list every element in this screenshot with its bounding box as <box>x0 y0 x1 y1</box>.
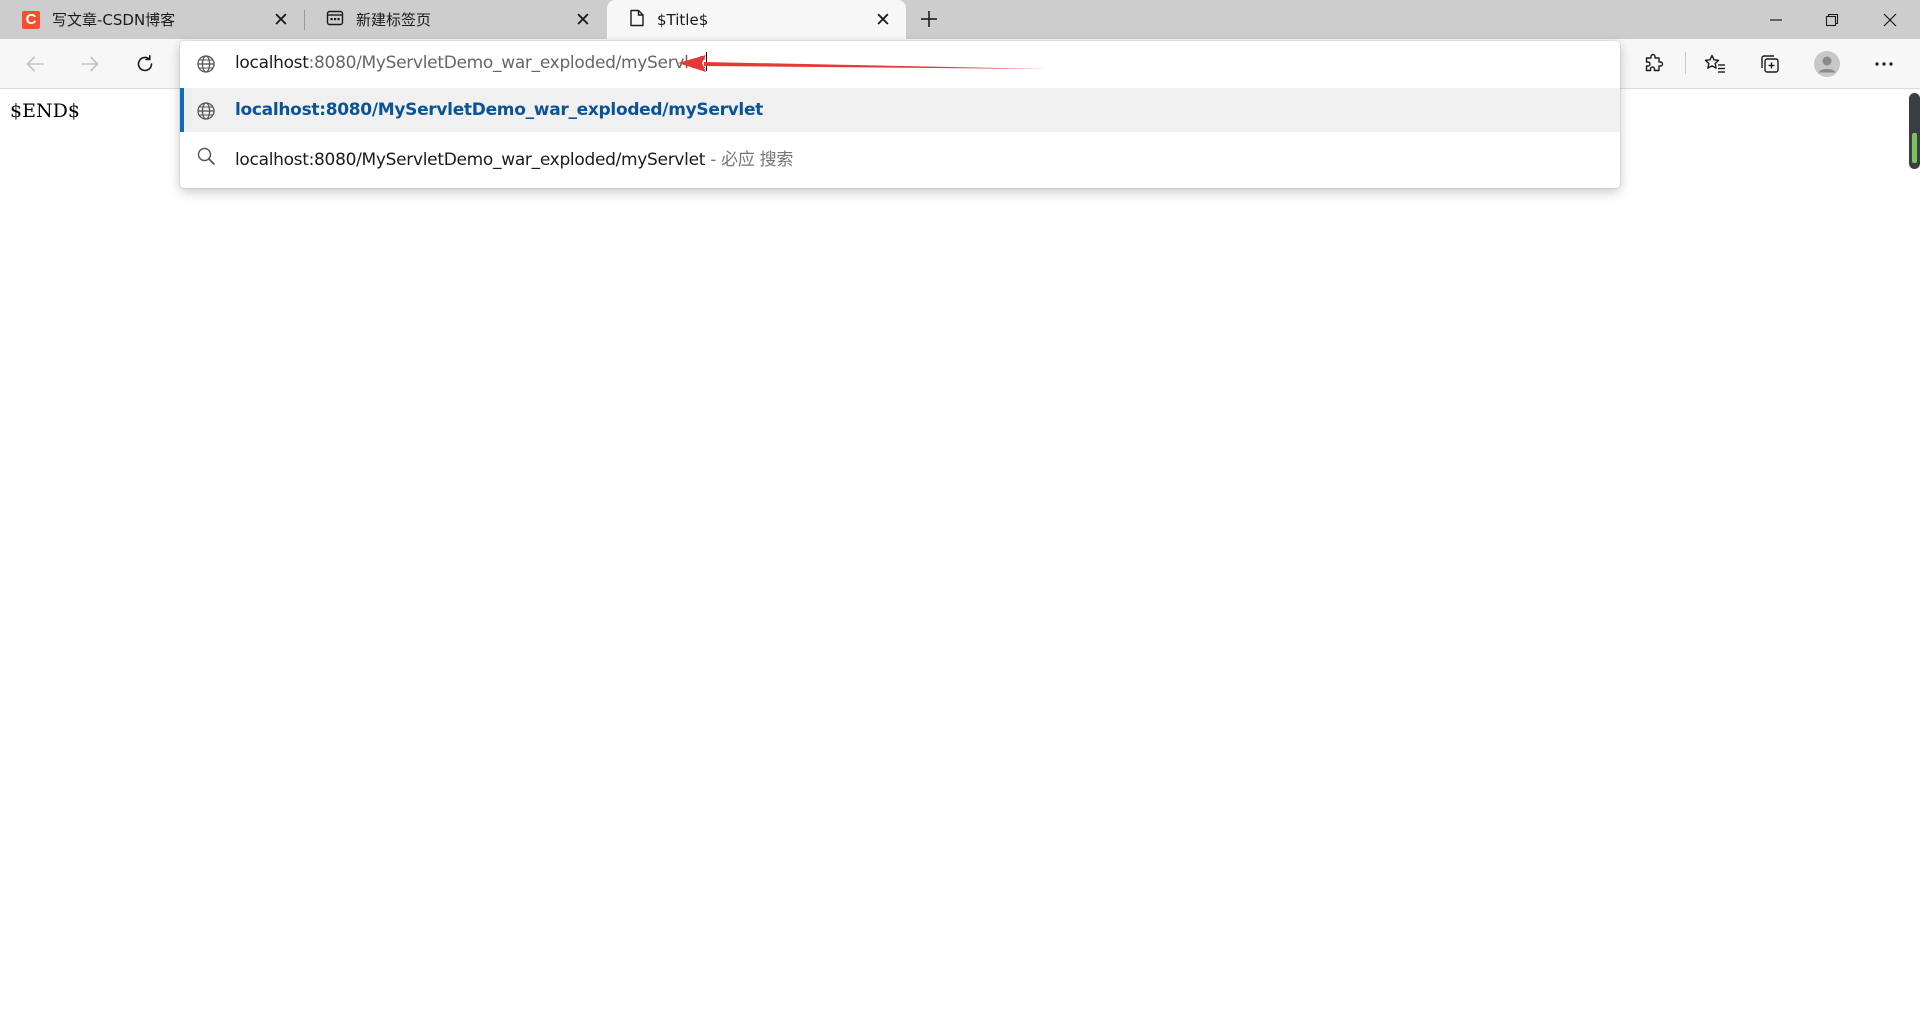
forward-arrow-icon <box>81 56 99 72</box>
tab-close-icon[interactable]: ✕ <box>270 9 292 31</box>
tab-close-icon[interactable]: ✕ <box>872 9 894 31</box>
new-tab-page-icon <box>326 9 344 31</box>
level-indicator <box>1912 133 1917 163</box>
csdn-logo-icon: C <box>22 10 40 29</box>
url-host: localhost <box>235 53 309 73</box>
tab-csdn[interactable]: C 写文章-CSDN博客 ✕ <box>0 0 304 39</box>
minimize-icon <box>1770 18 1782 21</box>
forward-button[interactable] <box>72 46 108 82</box>
globe-icon <box>196 54 216 78</box>
profile-button[interactable] <box>1809 46 1845 82</box>
extensions-button[interactable] <box>1636 46 1672 82</box>
search-icon <box>196 146 216 170</box>
suggestion-url[interactable]: localhost:8080/MyServletDemo_war_explode… <box>180 88 1620 132</box>
refresh-icon <box>137 55 153 72</box>
page-body-text: $END$ <box>10 100 80 122</box>
profile-avatar-icon <box>1814 51 1840 77</box>
back-arrow-icon <box>26 56 44 72</box>
more-menu-button[interactable] <box>1866 46 1902 82</box>
toolbar-divider <box>1685 52 1686 74</box>
more-menu-icon <box>1875 62 1893 66</box>
side-panel-scroll-handle[interactable] <box>1909 93 1920 169</box>
suggestion-text: localhost:8080/MyServletDemo_war_explode… <box>235 100 764 120</box>
window-close-button[interactable] <box>1862 0 1918 39</box>
red-arrow-annotation-icon <box>678 55 1046 72</box>
address-bar[interactable]: localhost:8080/MyServletDemo_war_explode… <box>180 41 1620 85</box>
favorites-icon <box>1704 54 1725 73</box>
back-button[interactable] <box>17 46 53 82</box>
minimize-button[interactable] <box>1748 0 1804 39</box>
plus-icon <box>921 11 937 27</box>
suggestion-text: localhost:8080/MyServletDemo_war_explode… <box>235 145 793 170</box>
search-engine-label: - 必应 搜索 <box>705 150 794 170</box>
collections-button[interactable] <box>1752 46 1788 82</box>
restore-icon <box>1825 13 1839 26</box>
tab-close-icon[interactable]: ✕ <box>572 9 594 31</box>
extensions-icon <box>1645 53 1664 72</box>
collections-icon <box>1761 55 1779 73</box>
favorites-button[interactable] <box>1697 46 1733 82</box>
search-query: localhost:8080/MyServletDemo_war_explode… <box>235 150 706 170</box>
tab-title: $Title$ <box>657 10 709 29</box>
document-icon <box>629 9 645 31</box>
tab-title: 新建标签页 <box>356 11 432 29</box>
url-path: :8080/MyServletDemo_war_exploded/myServl… <box>308 53 706 73</box>
tab-new-tab[interactable]: 新建标签页 ✕ <box>304 0 606 39</box>
address-bar-dropdown: localhost:8080/MyServletDemo_war_explode… <box>180 41 1620 188</box>
tab-title: 写文章-CSDN博客 <box>52 11 176 29</box>
tab-title-active[interactable]: $Title$ ✕ <box>607 0 906 39</box>
suggestion-search[interactable]: localhost:8080/MyServletDemo_war_explode… <box>180 133 1620 177</box>
restore-button[interactable] <box>1804 0 1860 39</box>
globe-icon <box>196 101 216 125</box>
address-input[interactable]: localhost:8080/MyServletDemo_war_explode… <box>235 52 708 73</box>
tab-strip: C 写文章-CSDN博客 ✕ 新建标签页 ✕ $Title$ ✕ <box>0 0 1920 39</box>
new-tab-button[interactable] <box>914 4 944 34</box>
close-icon <box>1883 13 1897 26</box>
refresh-button[interactable] <box>127 46 163 82</box>
